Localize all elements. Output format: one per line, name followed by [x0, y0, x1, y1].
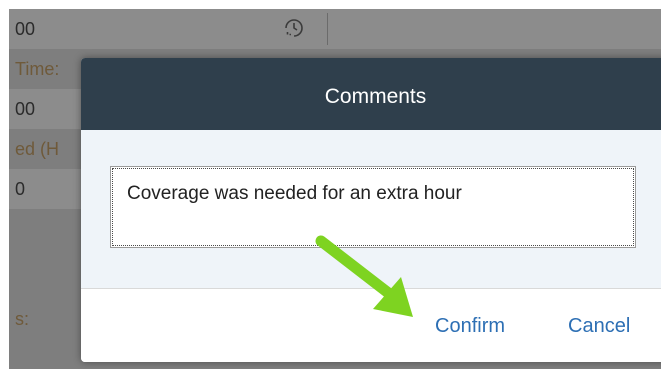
background-input-value: 00 [15, 99, 36, 119]
clock-history-icon[interactable] [281, 15, 307, 41]
green-arrow-icon [315, 235, 413, 317]
dialog-title: Comments [324, 85, 427, 108]
app-screen: 00 Time: 00 ed (H 0 s: Comments Coverage… [9, 9, 661, 369]
background-input-value: 0 [15, 179, 26, 199]
dialog-header: Comments [81, 58, 661, 130]
background-time-input[interactable]: 00 [9, 9, 661, 49]
field-divider [327, 13, 328, 45]
background-label-hours: ed (H [15, 139, 60, 159]
comment-text: Coverage was needed for an extra hour [127, 183, 462, 204]
background-label-time: Time: [15, 59, 60, 79]
screenshot-frame: 00 Time: 00 ed (H 0 s: Comments Coverage… [0, 0, 667, 381]
cancel-button[interactable]: Cancel [568, 315, 630, 338]
background-time-value: 00 [15, 19, 36, 39]
background-label-status: s: [15, 309, 30, 329]
